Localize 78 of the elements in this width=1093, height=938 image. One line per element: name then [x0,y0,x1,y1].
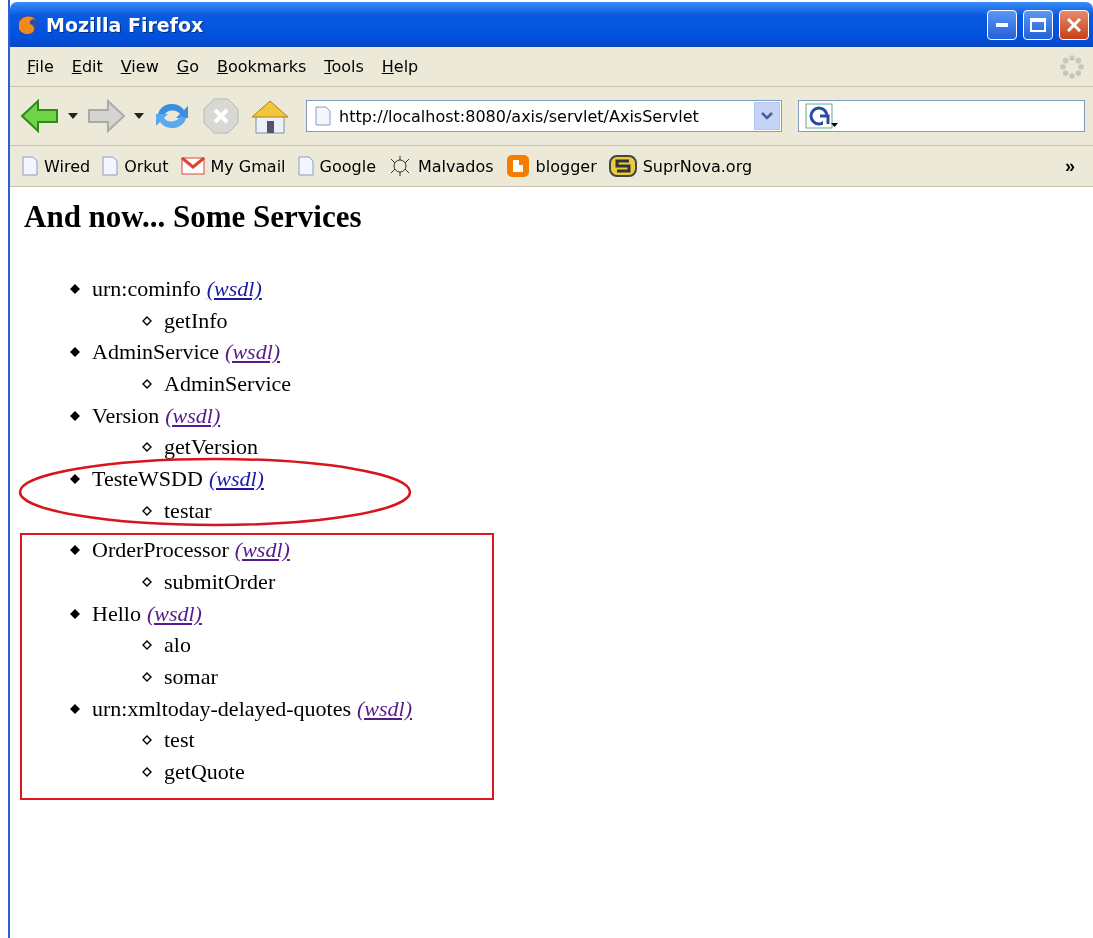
more-bookmarks-button[interactable]: » [1055,155,1085,177]
wsdl-link[interactable]: (wsdl) [357,695,413,722]
service-name: OrderProcessor [92,537,229,564]
bullet-icon [70,410,80,421]
bullet-icon [70,608,80,619]
bullet-icon [142,577,152,588]
maximize-icon [1030,17,1046,32]
operation-name: test [164,727,195,754]
bullet-icon [142,442,152,453]
bullet-icon [70,545,80,556]
bullet-icon [142,378,152,389]
menu-item[interactable]: Tools [315,53,373,80]
operation-name: getQuote [164,759,245,786]
bookmark-item[interactable]: Wired [18,154,95,178]
service-name: Hello [92,600,141,627]
bookmark-item[interactable]: Malvados [383,152,498,180]
bookmark-item[interactable]: My Gmail [176,154,290,178]
operation-name: getInfo [164,307,228,334]
operation-name: AdminService [164,370,292,397]
search-field[interactable] [798,100,1085,132]
operation-name: getVersion [164,434,259,461]
minimize-button[interactable] [987,9,1017,40]
wsdl-link[interactable]: (wsdl) [146,600,202,627]
menu-item[interactable]: File [18,53,63,80]
menu-item[interactable]: Help [372,53,428,80]
url-text: http://localhost:8080/axis/servlet/AxisServlet [339,106,700,126]
service-name: urn:cominfo [92,275,201,302]
minimize-icon [996,22,1008,27]
service-name: AdminService [92,339,220,366]
page-heading: And now... Some Services [24,198,363,236]
wsdl-link[interactable]: (wsdl) [165,402,221,429]
operation-name: somar [164,664,218,691]
blogger-icon [505,154,530,178]
address-field[interactable]: http://localhost:8080/axis/servlet/AxisServlet [306,100,782,132]
page-icon [22,156,38,176]
caret-icon[interactable] [68,113,78,119]
bullet-icon [142,767,152,778]
envelope-icon [180,157,205,175]
bookmark-item[interactable]: blogger [501,152,601,180]
bullet-icon [142,315,152,326]
window-title: Mozilla Firefox [46,13,205,36]
menu-item[interactable]: Bookmarks [207,53,316,80]
service-name: Version [92,402,160,429]
maximize-button[interactable] [1023,9,1053,40]
operation-name: submitOrder [164,569,276,596]
wsdl-link[interactable]: (wsdl) [208,465,264,492]
throbber-icon [1059,53,1085,80]
page-icon [315,106,331,126]
page-icon [297,156,314,176]
close-icon [1067,17,1081,32]
bullet-icon [70,473,80,484]
wsdl-link[interactable]: (wsdl) [225,339,281,366]
bullet-icon [142,735,152,746]
page-icon [102,156,119,176]
wsdl-link[interactable]: (wsdl) [234,537,290,564]
bookmark-item[interactable]: SuprNova.org [604,153,757,179]
bullet-icon [70,283,80,294]
bookmark-item[interactable]: Google [293,154,380,178]
menu-item[interactable]: View [111,53,168,80]
caret-icon[interactable] [134,113,144,119]
wsdl-link[interactable]: (wsdl) [206,275,262,302]
operation-name: testar [164,497,212,524]
search-engine-icon[interactable] [805,103,839,129]
s-logo-icon [608,155,637,177]
menu-item[interactable]: Go [167,53,208,80]
service-name: TesteWSDD [92,465,203,492]
bullet-icon [142,505,152,516]
service-name: urn:xmltoday-delayed-quotes [92,695,352,722]
chevron-down-icon [761,112,773,120]
menu-item[interactable]: Edit [62,53,112,80]
bullet-icon [70,347,80,358]
dropdown-button[interactable] [754,102,780,130]
bookmark-item[interactable]: Orkut [98,154,173,178]
bullet-icon [142,640,152,651]
bullet-icon [70,703,80,714]
close-button[interactable] [1059,9,1089,40]
operation-name: alo [164,632,191,659]
bullet-icon [142,672,152,683]
